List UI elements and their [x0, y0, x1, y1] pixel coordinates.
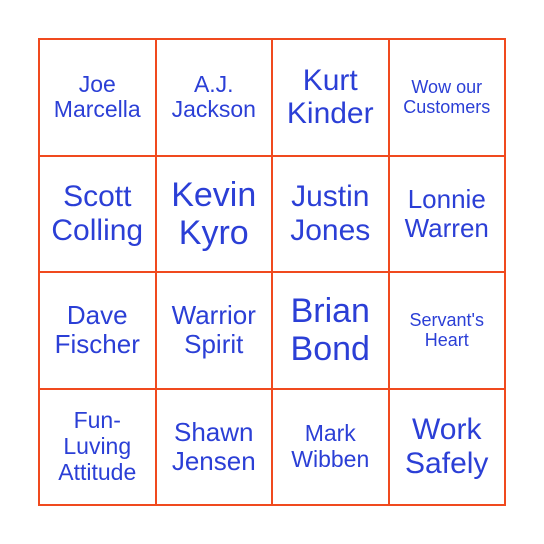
cell-label: Servant's Heart: [409, 310, 484, 351]
bingo-cell[interactable]: A.J. Jackson: [155, 39, 272, 156]
cell-label: Justin Jones: [290, 180, 371, 247]
cell-label: Kurt Kinder: [286, 63, 374, 131]
bingo-cell[interactable]: Warrior Spirit: [155, 272, 272, 389]
cell-label: Scott Colling: [51, 180, 144, 247]
bingo-cell[interactable]: Scott Colling: [39, 155, 156, 272]
bingo-cell[interactable]: Wow our Customers: [388, 39, 505, 156]
bingo-cell[interactable]: Lonnie Warren: [388, 155, 505, 272]
cell-label: Wow our Customers: [403, 77, 491, 118]
cell-label: Joe Marcella: [53, 70, 141, 123]
cell-label: Dave Fischer: [54, 300, 140, 360]
cell-label: A.J. Jackson: [171, 70, 256, 123]
bingo-cell[interactable]: Servant's Heart: [388, 272, 505, 389]
cell-label: Shawn Jensen: [171, 416, 256, 476]
cell-label: Warrior Spirit: [171, 300, 256, 360]
bingo-cell[interactable]: Shawn Jensen: [155, 388, 272, 505]
bingo-cell[interactable]: Kevin Kyro: [155, 155, 272, 272]
cell-label: Fun-Luving Attitude: [58, 407, 137, 485]
bingo-cell[interactable]: Mark Wibben: [272, 388, 389, 505]
bingo-cell[interactable]: Brian Bond: [272, 272, 389, 389]
bingo-cell[interactable]: Fun-Luving Attitude: [39, 388, 156, 505]
cell-label: Work Safely: [405, 413, 489, 480]
bingo-cell[interactable]: Joe Marcella: [39, 39, 156, 156]
bingo-cell[interactable]: Work Safely: [388, 388, 505, 505]
bingo-cell[interactable]: Kurt Kinder: [272, 39, 389, 156]
cell-label: Brian Bond: [290, 292, 370, 369]
cell-label: Kevin Kyro: [171, 175, 257, 252]
cell-label: Lonnie Warren: [404, 183, 489, 243]
cell-label: Mark Wibben: [291, 420, 370, 472]
bingo-cell[interactable]: Dave Fischer: [39, 272, 156, 389]
bingo-board: Joe Marcella A.J. Jackson Kurt Kinder Wo…: [38, 38, 506, 506]
bingo-cell[interactable]: Justin Jones: [272, 155, 389, 272]
